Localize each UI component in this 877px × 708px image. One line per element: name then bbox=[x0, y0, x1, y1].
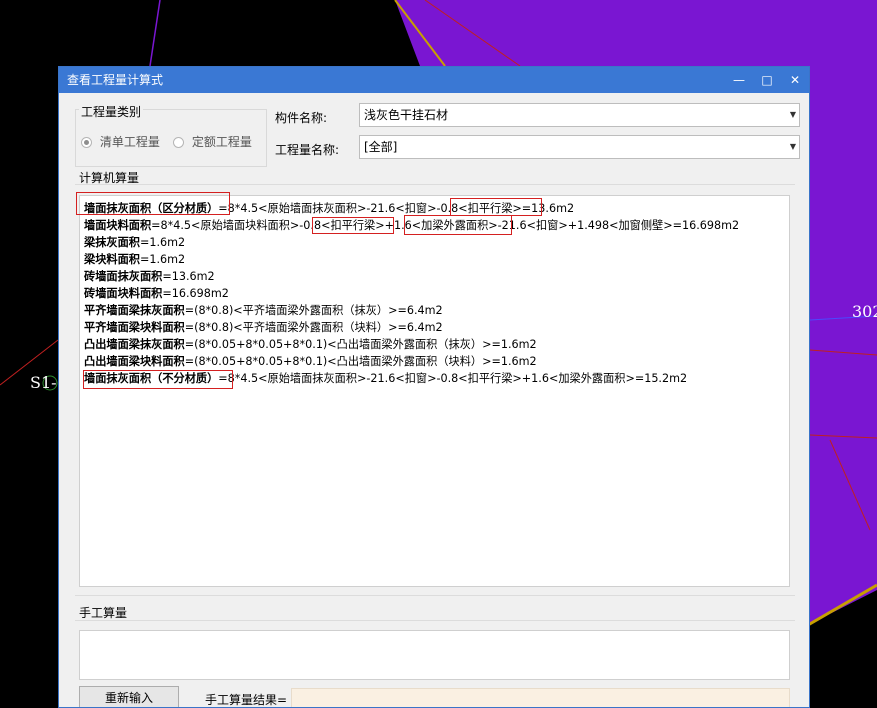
highlight-box bbox=[83, 370, 233, 389]
minimize-button[interactable]: — bbox=[725, 67, 753, 93]
radio-bill-label: 清单工程量 bbox=[99, 135, 160, 149]
calc-line: 凸出墙面梁块料面积=(8*0.05+8*0.05+8*0.1)<凸出墙面梁外露面… bbox=[84, 355, 537, 368]
chevron-down-icon: ▼ bbox=[789, 110, 796, 119]
component-name-value: 浅灰色干挂石材 bbox=[364, 108, 449, 122]
highlight-box bbox=[312, 217, 394, 234]
quantity-type-legend: 工程量类别 bbox=[79, 103, 144, 120]
close-button[interactable]: ✕ bbox=[781, 67, 809, 93]
quantity-name-label: 工程量名称: bbox=[275, 143, 340, 157]
reenter-button[interactable]: 重新输入 bbox=[79, 686, 179, 707]
radio-quota-label: 定额工程量 bbox=[191, 135, 252, 149]
divider bbox=[75, 620, 795, 621]
computer-calc-textbox[interactable]: 墙面抹灰面积（区分材质）=8*4.5<原始墙面抹灰面积>-21.6<扣窗>-0.… bbox=[76, 192, 790, 587]
manual-calc-input[interactable] bbox=[79, 630, 790, 680]
calc-line: 梁块料面积=1.6m2 bbox=[84, 253, 186, 266]
quantity-name-value: [全部] bbox=[364, 140, 398, 154]
maximize-button[interactable]: □ bbox=[753, 67, 781, 93]
manual-result-label: 手工算量结果= bbox=[205, 693, 288, 707]
chevron-down-icon: ▼ bbox=[789, 142, 796, 151]
radio-quota-indicator[interactable] bbox=[173, 137, 184, 148]
grid-number-label: 302 bbox=[852, 302, 877, 321]
calc-line: 砖墙面抹灰面积=13.6m2 bbox=[84, 270, 215, 283]
divider bbox=[75, 184, 795, 185]
quantity-formula-dialog: 查看工程量计算式 — □ ✕ 工程量类别 清单工程量 定额工程量 构件名称: 浅… bbox=[58, 66, 810, 708]
dialog-title: 查看工程量计算式 bbox=[67, 73, 164, 87]
calc-line: 砖墙面块料面积=16.698m2 bbox=[84, 287, 229, 300]
highlight-box bbox=[450, 198, 542, 216]
radio-bill-quantity[interactable]: 清单工程量 bbox=[81, 133, 160, 150]
highlight-box bbox=[76, 192, 230, 215]
calc-line: 梁抹灰面积=1.6m2 bbox=[84, 236, 186, 249]
calc-line: 平齐墙面梁块料面积=(8*0.8)<平齐墙面梁外露面积（块料）>=6.4m2 bbox=[84, 321, 443, 334]
calc-line: 平齐墙面梁抹灰面积=(8*0.8)<平齐墙面梁外露面积（抹灰）>=6.4m2 bbox=[84, 304, 443, 317]
divider bbox=[75, 595, 795, 596]
axis-tag-label: S1- bbox=[30, 373, 57, 392]
radio-bill-indicator[interactable] bbox=[81, 137, 92, 148]
manual-result-field bbox=[291, 688, 790, 707]
calc-line: 凸出墙面梁抹灰面积=(8*0.05+8*0.05+8*0.1)<凸出墙面梁外露面… bbox=[84, 338, 537, 351]
dialog-titlebar[interactable]: 查看工程量计算式 — □ ✕ bbox=[59, 67, 809, 93]
component-name-label: 构件名称: bbox=[275, 111, 328, 125]
quantity-name-select[interactable]: [全部] ▼ bbox=[359, 135, 800, 159]
manual-calc-heading: 手工算量 bbox=[79, 606, 128, 620]
radio-quota-quantity[interactable]: 定额工程量 bbox=[173, 133, 252, 150]
component-name-select[interactable]: 浅灰色干挂石材 ▼ bbox=[359, 103, 800, 127]
highlight-box bbox=[404, 215, 512, 235]
